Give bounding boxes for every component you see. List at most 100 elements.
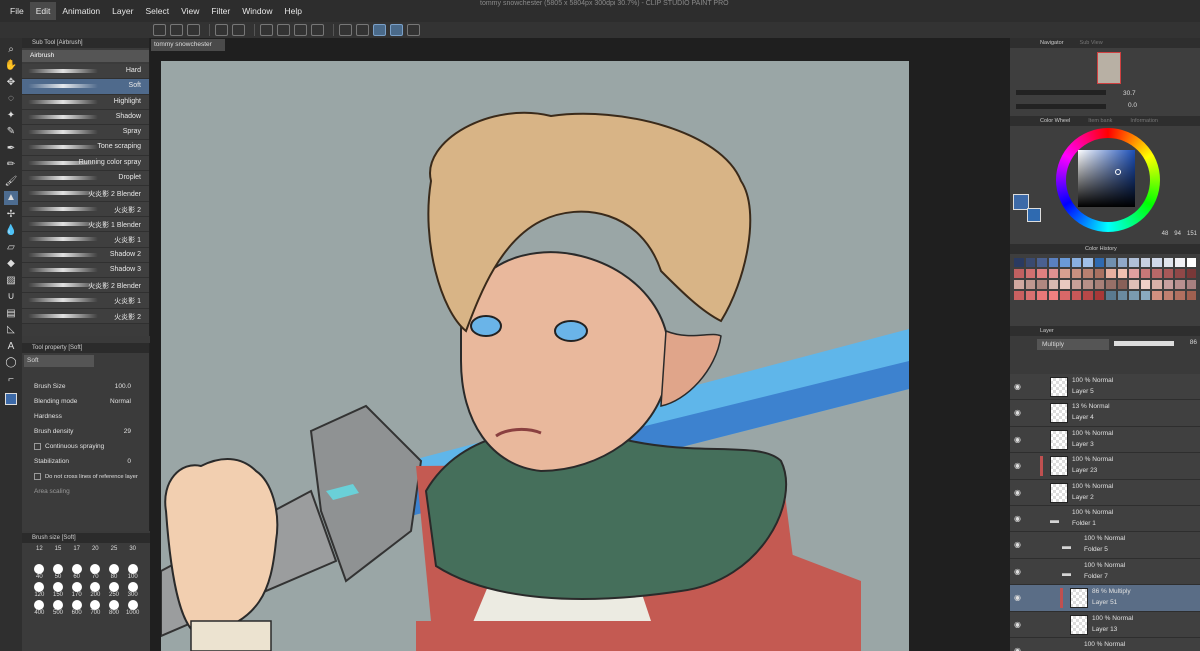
- transform-icon[interactable]: [277, 24, 290, 36]
- brush-size-option[interactable]: 50: [49, 564, 68, 580]
- ruler-icon[interactable]: [339, 24, 352, 36]
- menu-window[interactable]: Window: [236, 2, 278, 20]
- brush-item[interactable]: Tone scraping: [22, 140, 149, 156]
- history-color-swatch[interactable]: [1186, 291, 1196, 300]
- brush-size-option[interactable]: 600: [67, 600, 86, 616]
- snap-special-ruler-icon[interactable]: [390, 24, 403, 36]
- history-color-swatch[interactable]: [1129, 258, 1139, 267]
- blending-value[interactable]: Normal: [110, 398, 131, 405]
- snap-ruler-icon[interactable]: [373, 24, 386, 36]
- brush-item[interactable]: Shadow 2: [22, 247, 149, 263]
- brush-size-option[interactable]: 80: [105, 564, 124, 580]
- gradient-icon[interactable]: ▨: [4, 273, 18, 287]
- visibility-eye-icon[interactable]: ◉: [1014, 540, 1021, 549]
- history-color-swatch[interactable]: [1117, 258, 1127, 267]
- history-color-swatch[interactable]: [1152, 280, 1162, 289]
- history-color-swatch[interactable]: [1083, 291, 1093, 300]
- new-icon[interactable]: [153, 24, 166, 36]
- layer-row[interactable]: ◉ 100 % Normal Layer 13: [1010, 611, 1200, 638]
- history-color-swatch[interactable]: [1025, 280, 1035, 289]
- history-color-swatch[interactable]: [1071, 269, 1081, 278]
- canvas[interactable]: [161, 61, 909, 651]
- navigator-thumbnail[interactable]: [1097, 52, 1121, 84]
- history-color-swatch[interactable]: [1163, 280, 1173, 289]
- clear-icon[interactable]: [260, 24, 273, 36]
- history-color-swatch[interactable]: [1037, 258, 1047, 267]
- zoom-slider[interactable]: [1016, 90, 1106, 95]
- stabilization-value[interactable]: 0: [127, 458, 131, 465]
- information-tab[interactable]: Information: [1130, 118, 1158, 124]
- subview-tab-label[interactable]: Sub View: [1080, 40, 1103, 46]
- color-wheel-tab[interactable]: Color Wheel Item bank Information: [1010, 116, 1200, 126]
- history-color-swatch[interactable]: [1152, 258, 1162, 267]
- ruler-tool-icon[interactable]: ◺: [4, 323, 18, 337]
- history-color-swatch[interactable]: [1175, 291, 1185, 300]
- brush-size-option[interactable]: 70: [86, 564, 105, 580]
- visibility-eye-icon[interactable]: ◉: [1014, 382, 1021, 391]
- layer-row[interactable]: ◉ 100 % Normal Layer 23: [1010, 453, 1200, 480]
- history-color-swatch[interactable]: [1140, 291, 1150, 300]
- color-marker[interactable]: [1115, 169, 1121, 175]
- menu-edit[interactable]: Edit: [29, 2, 57, 20]
- brush-item[interactable]: Shadow: [22, 109, 149, 126]
- visibility-eye-icon[interactable]: ◉: [1014, 646, 1021, 651]
- history-color-swatch[interactable]: [1071, 291, 1081, 300]
- brush-size-option[interactable]: 60: [67, 564, 86, 580]
- redo-icon[interactable]: [232, 24, 245, 36]
- history-color-swatch[interactable]: [1094, 269, 1104, 278]
- visibility-eye-icon[interactable]: ◉: [1014, 435, 1021, 444]
- history-color-swatch[interactable]: [1106, 291, 1116, 300]
- brush-icon[interactable]: 🖌: [4, 174, 18, 188]
- brush-size-option[interactable]: 170: [67, 582, 86, 598]
- brush-size-option[interactable]: 100: [123, 564, 142, 580]
- history-color-swatch[interactable]: [1025, 291, 1035, 300]
- history-color-swatch[interactable]: [1106, 258, 1116, 267]
- history-color-swatch[interactable]: [1117, 280, 1127, 289]
- angle-value[interactable]: 0.0: [1128, 102, 1137, 109]
- continuous-row[interactable]: Continuous spraying: [22, 439, 149, 454]
- visibility-eye-icon[interactable]: ◉: [1014, 620, 1021, 629]
- layer-folder-row[interactable]: ◉▬100 % NormalFolder 2: [1010, 637, 1200, 651]
- history-color-swatch[interactable]: [1025, 269, 1035, 278]
- document-tab[interactable]: tommy snowchester: [151, 39, 225, 51]
- brush-size-option[interactable]: 17: [67, 546, 86, 558]
- brush-item[interactable]: 火炎影 2 Blender: [22, 278, 149, 294]
- menu-file[interactable]: File: [4, 2, 30, 20]
- history-color-swatch[interactable]: [1048, 258, 1058, 267]
- menu-select[interactable]: Select: [139, 2, 175, 20]
- brush-size-option[interactable]: 200: [86, 582, 105, 598]
- main-color-swatch[interactable]: [5, 392, 17, 405]
- layer-tab[interactable]: Layer: [1010, 326, 1200, 336]
- zoom-value[interactable]: 30.7: [1123, 90, 1136, 97]
- airbrush-icon[interactable]: ▲: [4, 190, 18, 205]
- visibility-eye-icon[interactable]: ◉: [1014, 567, 1021, 576]
- history-color-swatch[interactable]: [1060, 269, 1070, 278]
- brush-size-option[interactable]: 12: [30, 546, 49, 558]
- correct-line-icon[interactable]: ⌐: [4, 372, 18, 386]
- history-color-swatch[interactable]: [1129, 291, 1139, 300]
- save-icon[interactable]: [187, 24, 200, 36]
- visibility-eye-icon[interactable]: ◉: [1014, 408, 1021, 417]
- pencil-icon[interactable]: ✏: [4, 158, 18, 172]
- history-color-swatch[interactable]: [1140, 258, 1150, 267]
- brush-item[interactable]: Hard: [22, 64, 149, 80]
- blend-icon[interactable]: 💧: [4, 224, 18, 238]
- eyedropper-icon[interactable]: ✎: [4, 125, 18, 139]
- history-color-swatch[interactable]: [1129, 269, 1139, 278]
- history-color-swatch[interactable]: [1014, 291, 1024, 300]
- history-color-swatch[interactable]: [1025, 258, 1035, 267]
- menu-filter[interactable]: Filter: [205, 2, 236, 20]
- history-color-swatch[interactable]: [1083, 269, 1093, 278]
- opacity-slider[interactable]: [1114, 341, 1174, 346]
- brush-size-option[interactable]: 15: [49, 546, 68, 558]
- rotate-slider[interactable]: [1016, 104, 1106, 109]
- brush-item[interactable]: 火炎影 2: [22, 201, 149, 217]
- grid-icon[interactable]: [356, 24, 369, 36]
- sub-color[interactable]: [1027, 208, 1041, 222]
- layer-row[interactable]: ◉ 100 % Normal Layer 5: [1010, 374, 1200, 401]
- brush-size-option[interactable]: 800: [105, 600, 124, 616]
- brush-size-option[interactable]: 30: [123, 546, 142, 558]
- hardness-row[interactable]: Hardness: [22, 409, 149, 424]
- history-color-swatch[interactable]: [1037, 280, 1047, 289]
- history-color-swatch[interactable]: [1106, 269, 1116, 278]
